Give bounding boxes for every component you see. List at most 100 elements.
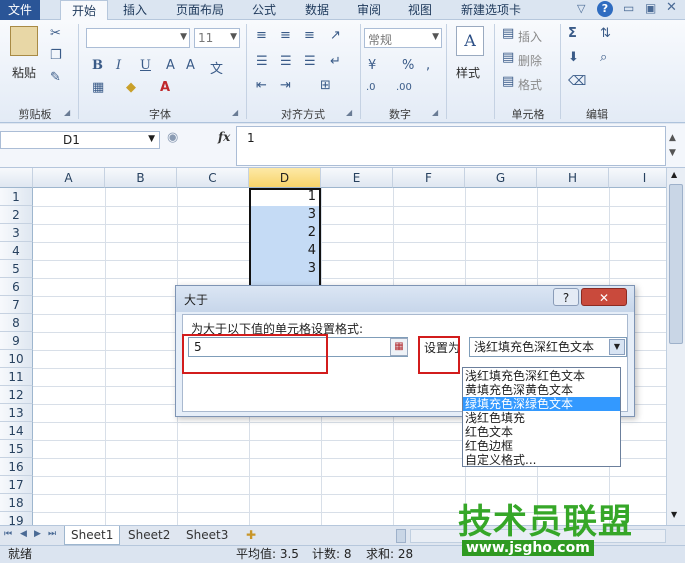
increase-decimal-icon[interactable]: .0 bbox=[366, 82, 376, 93]
phonetic-icon[interactable]: 文 bbox=[210, 58, 223, 77]
tab-data[interactable]: 数据 bbox=[298, 0, 336, 20]
alignment-launcher-icon[interactable]: ◢ bbox=[346, 108, 352, 117]
tab-insert[interactable]: 插入 bbox=[116, 0, 154, 20]
find-select-icon[interactable]: ⌕ bbox=[600, 50, 607, 65]
row-header-6[interactable]: 6 bbox=[0, 278, 33, 296]
row-header-19[interactable]: 19 bbox=[0, 512, 33, 525]
row-header-15[interactable]: 15 bbox=[0, 440, 33, 458]
align-left-icon[interactable]: ☰ bbox=[256, 54, 268, 69]
clear-icon[interactable]: ⌫ bbox=[568, 74, 586, 89]
borders-icon[interactable]: ▦ bbox=[92, 80, 104, 95]
grow-font-icon[interactable]: A bbox=[166, 58, 175, 73]
scroll-up-icon[interactable]: ▲ bbox=[671, 170, 677, 179]
scroll-down-icon[interactable]: ▼ bbox=[671, 510, 677, 519]
font-color-icon[interactable]: A bbox=[160, 80, 170, 95]
font-size-select[interactable]: 11 ▼ bbox=[194, 28, 240, 48]
dialog-close-button[interactable]: ✕ bbox=[581, 288, 627, 306]
dialog-title-bar[interactable]: 大于 ? ✕ bbox=[176, 286, 634, 312]
format-cells-label[interactable]: 格式 bbox=[518, 76, 542, 93]
delete-cells-icon[interactable]: ▤ bbox=[502, 50, 514, 65]
comma-icon[interactable]: , bbox=[426, 58, 430, 73]
insert-cells-icon[interactable]: ▤ bbox=[502, 26, 514, 41]
row-header-10[interactable]: 10 bbox=[0, 350, 33, 368]
insert-cells-label[interactable]: 插入 bbox=[518, 28, 542, 45]
insert-function-icon[interactable]: fx bbox=[218, 130, 230, 144]
tab-home[interactable]: 开始 bbox=[60, 0, 108, 21]
row-header-3[interactable]: 3 bbox=[0, 224, 33, 242]
insert-sheet-icon[interactable]: ✚ bbox=[246, 528, 256, 542]
shrink-font-icon[interactable]: A bbox=[186, 58, 195, 73]
help-icon[interactable]: ? bbox=[597, 1, 613, 17]
percent-icon[interactable]: % bbox=[402, 58, 414, 73]
row-header-13[interactable]: 13 bbox=[0, 404, 33, 422]
dialog-help-button[interactable]: ? bbox=[553, 288, 579, 306]
row-header-17[interactable]: 17 bbox=[0, 476, 33, 494]
delete-cells-label[interactable]: 删除 bbox=[518, 52, 542, 69]
sort-filter-icon[interactable]: ⇅ bbox=[600, 26, 611, 41]
row-header-16[interactable]: 16 bbox=[0, 458, 33, 476]
sheet-tab-2[interactable]: Sheet2 bbox=[122, 526, 176, 545]
window-close-icon[interactable]: ✕ bbox=[666, 0, 677, 15]
vertical-scrollbar[interactable]: ▲ ▼ bbox=[666, 168, 685, 525]
decrease-indent-icon[interactable]: ⇤ bbox=[256, 78, 267, 93]
collapse-formula-icon[interactable]: ▼ bbox=[669, 148, 676, 158]
row-header-7[interactable]: 7 bbox=[0, 296, 33, 314]
prev-sheet-icon[interactable]: ◀ bbox=[20, 529, 27, 539]
first-sheet-icon[interactable]: ⏮ bbox=[4, 529, 12, 539]
window-restore-icon[interactable]: ▣ bbox=[645, 1, 656, 15]
column-header-d[interactable]: D bbox=[249, 168, 321, 188]
chevron-down-icon[interactable]: ▼ bbox=[609, 339, 625, 355]
format-cells-icon[interactable]: ▤ bbox=[502, 74, 514, 89]
bold-button[interactable]: B bbox=[92, 58, 103, 73]
format-option[interactable]: 红色文本 bbox=[463, 425, 620, 439]
next-sheet-icon[interactable]: ▶ bbox=[34, 529, 41, 539]
expand-formula-icon[interactable]: ▲ bbox=[669, 133, 676, 143]
cut-icon[interactable]: ✂ bbox=[50, 26, 61, 41]
tab-new[interactable]: 新建选项卡 bbox=[453, 0, 529, 20]
number-launcher-icon[interactable]: ◢ bbox=[432, 108, 438, 117]
row-header-5[interactable]: 5 bbox=[0, 260, 33, 278]
align-top-icon[interactable]: ≡ bbox=[256, 28, 267, 43]
column-header-f[interactable]: F bbox=[393, 168, 465, 188]
tab-page-layout[interactable]: 页面布局 bbox=[170, 0, 230, 20]
styles-label[interactable]: 样式 bbox=[456, 64, 480, 81]
decrease-decimal-icon[interactable]: .00 bbox=[396, 82, 412, 93]
format-option[interactable]: 浅红色填充 bbox=[463, 411, 620, 425]
scroll-thumb[interactable] bbox=[669, 184, 683, 344]
font-launcher-icon[interactable]: ◢ bbox=[232, 108, 238, 117]
column-header-h[interactable]: H bbox=[537, 168, 609, 188]
underline-button[interactable]: U bbox=[140, 58, 151, 73]
column-header-a[interactable]: A bbox=[33, 168, 105, 188]
format-option[interactable]: 自定义格式... bbox=[463, 453, 620, 467]
autosum-icon[interactable]: Σ bbox=[568, 26, 577, 41]
font-name-select[interactable]: ▼ bbox=[86, 28, 190, 48]
column-header-e[interactable]: E bbox=[321, 168, 393, 188]
fill-icon[interactable]: ⬇ bbox=[568, 50, 579, 65]
tab-file[interactable]: 文件 bbox=[0, 0, 40, 20]
format-option[interactable]: 浅红填充色深红色文本 bbox=[463, 369, 620, 383]
accounting-icon[interactable]: ¥ bbox=[368, 58, 376, 73]
wrap-text-icon[interactable]: ↵ bbox=[330, 54, 341, 69]
tab-formulas[interactable]: 公式 bbox=[245, 0, 283, 20]
italic-button[interactable]: I bbox=[116, 58, 121, 73]
clipboard-launcher-icon[interactable]: ◢ bbox=[64, 108, 70, 117]
formula-bar-resize-icon[interactable]: ◉ bbox=[167, 130, 178, 145]
window-minimize-icon[interactable]: ▭ bbox=[623, 1, 634, 15]
paste-label[interactable]: 粘贴 bbox=[12, 64, 36, 81]
format-option[interactable]: 黄填充色深黄色文本 bbox=[463, 383, 620, 397]
align-center-icon[interactable]: ☰ bbox=[280, 54, 292, 69]
paste-icon[interactable] bbox=[10, 26, 38, 56]
format-option[interactable]: 红色边框 bbox=[463, 439, 620, 453]
number-format-select[interactable]: 常规 ▼ bbox=[364, 28, 442, 48]
tab-view[interactable]: 视图 bbox=[401, 0, 439, 20]
row-header-18[interactable]: 18 bbox=[0, 494, 33, 512]
name-box[interactable]: D1 ▼ bbox=[0, 131, 160, 149]
row-header-2[interactable]: 2 bbox=[0, 206, 33, 224]
align-bottom-icon[interactable]: ≡ bbox=[304, 28, 315, 43]
align-middle-icon[interactable]: ≡ bbox=[280, 28, 291, 43]
styles-icon[interactable]: A bbox=[456, 26, 484, 56]
row-header-14[interactable]: 14 bbox=[0, 422, 33, 440]
format-painter-icon[interactable]: ✎ bbox=[50, 70, 61, 85]
format-option-selected[interactable]: 绿填充色深绿色文本 bbox=[463, 397, 620, 411]
column-header-i[interactable]: I bbox=[609, 168, 666, 188]
